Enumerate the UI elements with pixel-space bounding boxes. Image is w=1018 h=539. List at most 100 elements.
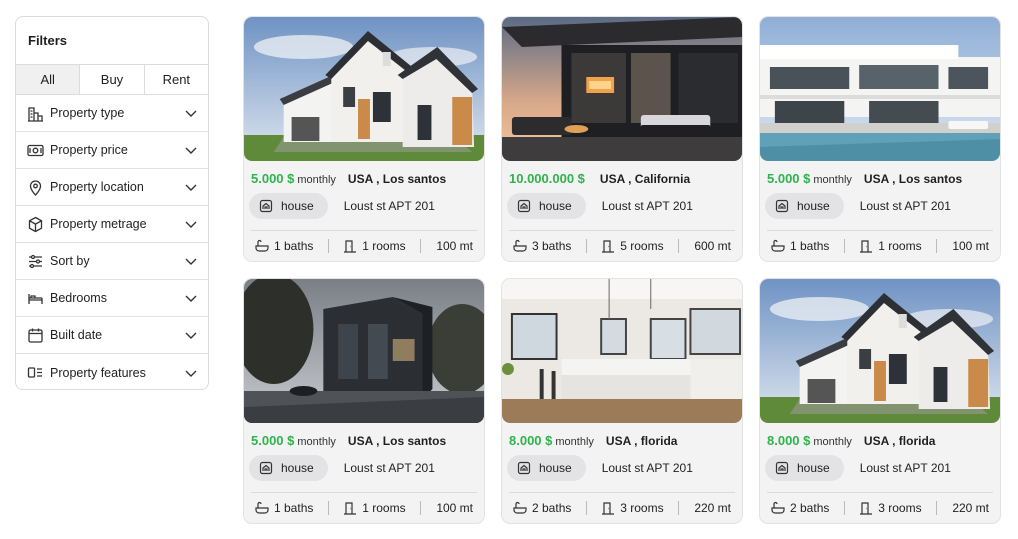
price: 5.000 $ — [767, 171, 811, 186]
property-card[interactable]: 5.000 $ monthly USA , Los santos house L… — [243, 278, 485, 524]
area-stat: 100 mt — [952, 239, 989, 253]
divider — [509, 230, 735, 231]
filter-label: Property type — [50, 106, 125, 120]
calendar-icon — [26, 326, 44, 344]
property-type-label: house — [797, 199, 830, 213]
baths-stat: 2 baths — [513, 501, 571, 515]
door-icon — [860, 240, 873, 253]
segment-buy[interactable]: Buy — [79, 65, 143, 94]
price-period: monthly — [813, 436, 852, 448]
rooms-value: 3 rooms — [620, 501, 664, 515]
price-period: monthly — [297, 436, 336, 448]
baths-value: 1 baths — [274, 501, 314, 515]
chevron-down-icon — [185, 332, 197, 339]
money-icon — [26, 141, 44, 159]
divider — [767, 230, 993, 231]
house-icon — [775, 199, 789, 213]
property-card[interactable]: 8.000 $ monthly USA , florida house Lous… — [501, 278, 743, 524]
bathtub-icon — [255, 239, 269, 252]
location: USA , California — [599, 172, 691, 186]
property-photo[interactable] — [502, 17, 742, 161]
property-photo[interactable] — [760, 17, 1000, 161]
type-row: house Loust st APT 201 — [249, 193, 435, 219]
area-value: 220 mt — [694, 501, 731, 515]
location: USA , florida — [605, 434, 678, 448]
price-row: 8.000 $ monthly USA , florida — [767, 433, 994, 448]
area-value: 100 mt — [436, 239, 473, 253]
house-icon — [259, 461, 273, 475]
filter-bedrooms[interactable]: Bedrooms — [16, 280, 208, 317]
filter-label: Property features — [50, 365, 146, 380]
property-photo[interactable] — [760, 279, 1000, 423]
house-icon — [775, 461, 789, 475]
stat-separator — [678, 239, 680, 253]
property-card[interactable]: 10.000.000 $ USA , California house Lous… — [501, 16, 743, 262]
stats-row: 2 baths 3 rooms 220 mt — [502, 500, 742, 516]
door-icon — [344, 502, 357, 515]
filter-built-date[interactable]: Built date — [16, 317, 208, 354]
stat-separator — [420, 239, 422, 253]
segment-rent[interactable]: Rent — [143, 65, 208, 94]
address: Loust st APT 201 — [343, 461, 435, 475]
filter-label: Property metrage — [50, 217, 147, 231]
bed-icon — [26, 289, 44, 307]
address: Loust st APT 201 — [859, 199, 951, 213]
property-card[interactable]: 8.000 $ monthly USA , florida house Lous… — [759, 278, 1001, 524]
stat-separator — [678, 501, 680, 515]
baths-stat: 2 baths — [771, 501, 829, 515]
type-row: house Loust st APT 201 — [507, 455, 693, 481]
price-period: monthly — [297, 174, 336, 186]
price: 5.000 $ — [251, 171, 295, 186]
area-stat: 220 mt — [952, 501, 989, 515]
filter-property-features[interactable]: Property features — [16, 354, 208, 389]
divider — [509, 492, 735, 493]
filter-sort-by[interactable]: Sort by — [16, 243, 208, 280]
stats-row: 3 baths 5 rooms 600 mt — [502, 238, 742, 254]
address: Loust st APT 201 — [343, 199, 435, 213]
filter-label: Built date — [50, 328, 103, 342]
rooms-value: 5 rooms — [620, 239, 664, 253]
house-icon — [259, 199, 273, 213]
stat-separator — [586, 501, 588, 515]
property-type-badge: house — [765, 193, 844, 219]
segment-all[interactable]: All — [16, 65, 80, 94]
location: USA , Los santos — [347, 172, 447, 186]
property-photo[interactable] — [244, 279, 484, 423]
filter-property-price[interactable]: Property price — [16, 132, 208, 169]
property-card[interactable]: 5.000 $ monthly USA , Los santos house L… — [759, 16, 1001, 262]
filter-property-metrage[interactable]: Property metrage — [16, 206, 208, 243]
bathtub-icon — [255, 501, 269, 514]
location-pin-icon — [26, 178, 44, 196]
house-icon — [517, 199, 531, 213]
area-stat: 220 mt — [694, 501, 731, 515]
door-icon — [344, 240, 357, 253]
area-value: 100 mt — [952, 239, 989, 253]
door-icon — [860, 502, 873, 515]
area-stat: 600 mt — [694, 239, 731, 253]
property-type-badge: house — [507, 455, 586, 481]
filter-property-type[interactable]: Property type — [16, 95, 208, 132]
property-photo[interactable] — [502, 279, 742, 423]
area-stat: 100 mt — [436, 239, 473, 253]
property-card[interactable]: 5.000 $ monthly USA , Los santos house L… — [243, 16, 485, 262]
area-stat: 100 mt — [436, 501, 473, 515]
property-type-label: house — [281, 199, 314, 213]
rooms-stat: 1 rooms — [343, 239, 406, 253]
price: 10.000.000 $ — [509, 171, 585, 186]
baths-stat: 1 baths — [255, 239, 313, 253]
price-row: 5.000 $ monthly USA , Los santos — [767, 171, 994, 186]
chevron-down-icon — [185, 295, 197, 302]
property-type-label: house — [797, 461, 830, 475]
filter-property-location[interactable]: Property location — [16, 169, 208, 206]
features-icon — [26, 364, 44, 382]
property-photo[interactable] — [244, 17, 484, 161]
door-icon — [602, 240, 615, 253]
door-icon — [602, 502, 615, 515]
rooms-stat: 1 rooms — [859, 239, 922, 253]
chevron-down-icon — [185, 147, 197, 154]
baths-stat: 3 baths — [513, 239, 571, 253]
bathtub-icon — [771, 501, 785, 514]
stats-row: 1 baths 1 rooms 100 mt — [760, 238, 1000, 254]
rooms-stat: 3 rooms — [859, 501, 922, 515]
address: Loust st APT 201 — [601, 199, 693, 213]
